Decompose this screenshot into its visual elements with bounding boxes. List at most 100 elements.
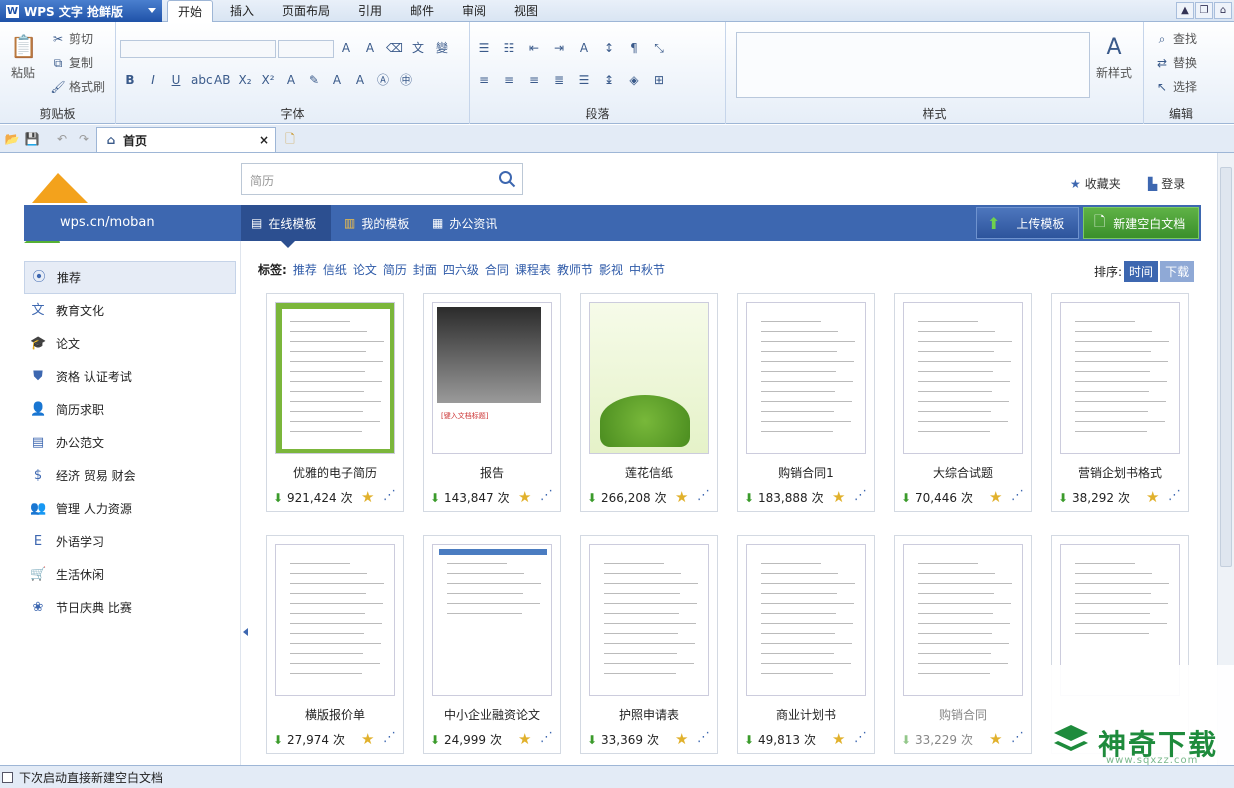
tag-link[interactable]: 论文 [353, 261, 377, 278]
borders-icon[interactable]: ⊞ [651, 72, 667, 88]
favorite-star-icon[interactable]: ★ [518, 730, 531, 748]
share-icon[interactable]: ⋰ [1011, 488, 1024, 503]
template-card[interactable]: 营销企划书格式 ⬇ 38,292 次 ★ ⋰ [1051, 293, 1189, 512]
highlight-icon[interactable]: ✎ [306, 72, 322, 88]
new-blank-document-button[interactable]: 🗋 新建空白文档 [1083, 207, 1199, 239]
sort-by-download-button[interactable]: 下载 [1160, 261, 1195, 282]
tag-link[interactable]: 中秋节 [629, 261, 665, 278]
paste-button[interactable]: 📋 粘贴 [10, 34, 37, 81]
template-card[interactable]: 商业计划书 ⬇ 49,813 次 ★ ⋰ [737, 535, 875, 754]
favorite-star-icon[interactable]: ★ [989, 730, 1002, 748]
style-gallery[interactable] [736, 32, 1090, 98]
shrink-font-icon[interactable]: A [362, 40, 378, 56]
template-card[interactable]: 优雅的电子简历 ⬇ 921,424 次 ★ ⋰ [266, 293, 404, 512]
tag-link[interactable]: 四六级 [443, 261, 479, 278]
template-title[interactable]: 大综合试题 [895, 464, 1031, 481]
template-title[interactable]: 护照申请表 [581, 706, 717, 723]
template-card[interactable]: 莲花信纸 ⬇ 266,208 次 ★ ⋰ [580, 293, 718, 512]
template-title[interactable]: 中小企业融资论文 [424, 706, 560, 723]
sidebar-item-6[interactable]: $ 经济 贸易 财会 [24, 459, 236, 492]
redo-icon[interactable]: ↷ [76, 131, 92, 147]
undo-icon[interactable]: ↶ [54, 131, 70, 147]
share-icon[interactable]: ⋰ [854, 488, 867, 503]
select-button[interactable]: ↖ 选择 [1154, 78, 1197, 95]
sidebar-item-4[interactable]: 👤 简历求职 [24, 393, 236, 426]
text-effect-icon[interactable]: A [283, 72, 299, 88]
enclose-char-icon[interactable]: ㊥ [398, 72, 414, 88]
text-direction-icon[interactable]: ⤡ [651, 40, 667, 56]
tab-my-templates[interactable]: ▥ 我的模板 [342, 205, 409, 241]
tab-office-news[interactable]: ▦ 办公资讯 [432, 205, 497, 241]
char-shading-icon[interactable]: A [352, 72, 368, 88]
template-card[interactable]: 横版报价单 ⬇ 27,974 次 ★ ⋰ [266, 535, 404, 754]
sidebar-item-9[interactable]: 🛒 生活休闲 [24, 558, 236, 591]
template-preview[interactable] [589, 544, 709, 696]
template-title[interactable]: 横版报价单 [267, 706, 403, 723]
strikethrough-icon[interactable]: abc [191, 72, 213, 88]
underline-icon[interactable]: U [168, 72, 184, 88]
template-title[interactable]: 购销合同 [895, 706, 1031, 723]
line-spacing-icon[interactable]: ↨ [601, 72, 617, 88]
template-card[interactable]: 购销合同 ⬇ 33,229 次 ★ ⋰ [894, 535, 1032, 754]
share-icon[interactable]: ⋰ [1168, 488, 1181, 503]
share-icon[interactable]: ⋰ [540, 488, 553, 503]
template-card[interactable]: 大综合试题 ⬇ 70,446 次 ★ ⋰ [894, 293, 1032, 512]
favorite-star-icon[interactable]: ★ [1146, 488, 1159, 506]
shading-icon[interactable]: ◈ [626, 72, 642, 88]
tag-link[interactable]: 封面 [413, 261, 437, 278]
new-style-button[interactable]: A 新样式 [1096, 34, 1132, 81]
tab-review[interactable]: 审阅 [454, 0, 494, 22]
upload-template-button[interactable]: ⬆ 上传模板 [976, 207, 1079, 239]
subscript-icon[interactable]: X₂ [237, 72, 253, 88]
sidebar-item-2[interactable]: 🎓 论文 [24, 327, 236, 360]
tag-link[interactable]: 合同 [485, 261, 509, 278]
template-card[interactable]: 中小企业融资论文 ⬇ 24,999 次 ★ ⋰ [423, 535, 561, 754]
close-tab-icon[interactable]: × [259, 133, 269, 147]
sidebar-item-7[interactable]: 👥 管理 人力资源 [24, 492, 236, 525]
justify-icon[interactable]: ≣ [551, 72, 567, 88]
sidebar-item-8[interactable]: E 外语学习 [24, 525, 236, 558]
show-marks-icon[interactable]: ¶ [626, 40, 642, 56]
sort-by-time-button[interactable]: 时间 [1124, 261, 1159, 282]
char-border-icon[interactable]: 變 [434, 40, 450, 56]
char-box-icon[interactable]: Ⓐ [375, 72, 391, 88]
scrollbar-thumb[interactable] [1220, 167, 1232, 567]
up-arrow-icon[interactable]: ▲ [1176, 2, 1194, 19]
restore-icon[interactable]: ❐ [1195, 2, 1213, 19]
distribute-icon[interactable]: ☰ [576, 72, 592, 88]
favorites-link[interactable]: ★ 收藏夹 [1070, 175, 1121, 192]
copy-button[interactable]: ⧉ 复制 [50, 54, 93, 71]
open-folder-icon[interactable]: 📂 [4, 131, 20, 147]
tab-mailings[interactable]: 邮件 [402, 0, 442, 22]
pinyin-icon[interactable]: 文 [410, 40, 426, 56]
superscript-icon[interactable]: X² [260, 72, 276, 88]
tab-home-document[interactable]: ⌂ 首页 × [96, 127, 276, 152]
template-card[interactable]: [键入文档标题] 报告 ⬇ 143,847 次 ★ ⋰ [423, 293, 561, 512]
template-preview[interactable] [746, 544, 866, 696]
tab-home[interactable]: 开始 [167, 0, 213, 23]
sidebar-item-0[interactable]: ⦿ 推荐 [24, 261, 236, 294]
align-left-icon[interactable]: ≡ [476, 72, 492, 88]
bold-icon[interactable]: B [122, 72, 138, 88]
collapse-sidebar-icon[interactable] [243, 628, 248, 636]
template-preview[interactable] [275, 302, 395, 454]
tag-link[interactable]: 教师节 [557, 261, 593, 278]
tab-insert[interactable]: 插入 [222, 0, 262, 22]
sidebar-item-5[interactable]: ▤ 办公范文 [24, 426, 236, 459]
format-painter-button[interactable]: 🖌 格式刷 [50, 78, 105, 95]
sidebar-item-1[interactable]: 文教育文化 [24, 294, 236, 327]
favorite-star-icon[interactable]: ★ [832, 488, 845, 506]
replace-button[interactable]: ⇄ 替换 [1154, 54, 1197, 71]
sidebar-item-10[interactable]: ❀ 节日庆典 比赛 [24, 591, 236, 624]
template-title[interactable]: 优雅的电子简历 [267, 464, 403, 481]
favorite-star-icon[interactable]: ★ [361, 730, 374, 748]
template-preview[interactable] [275, 544, 395, 696]
save-icon[interactable]: 💾 [24, 131, 40, 147]
tag-link[interactable]: 信纸 [323, 261, 347, 278]
template-title[interactable]: 莲花信纸 [581, 464, 717, 481]
share-icon[interactable]: ⋰ [1011, 730, 1024, 745]
decrease-indent-icon[interactable]: ⇤ [526, 40, 542, 56]
share-icon[interactable]: ⋰ [540, 730, 553, 745]
numbered-list-icon[interactable]: ☷ [501, 40, 517, 56]
template-preview[interactable] [746, 302, 866, 454]
